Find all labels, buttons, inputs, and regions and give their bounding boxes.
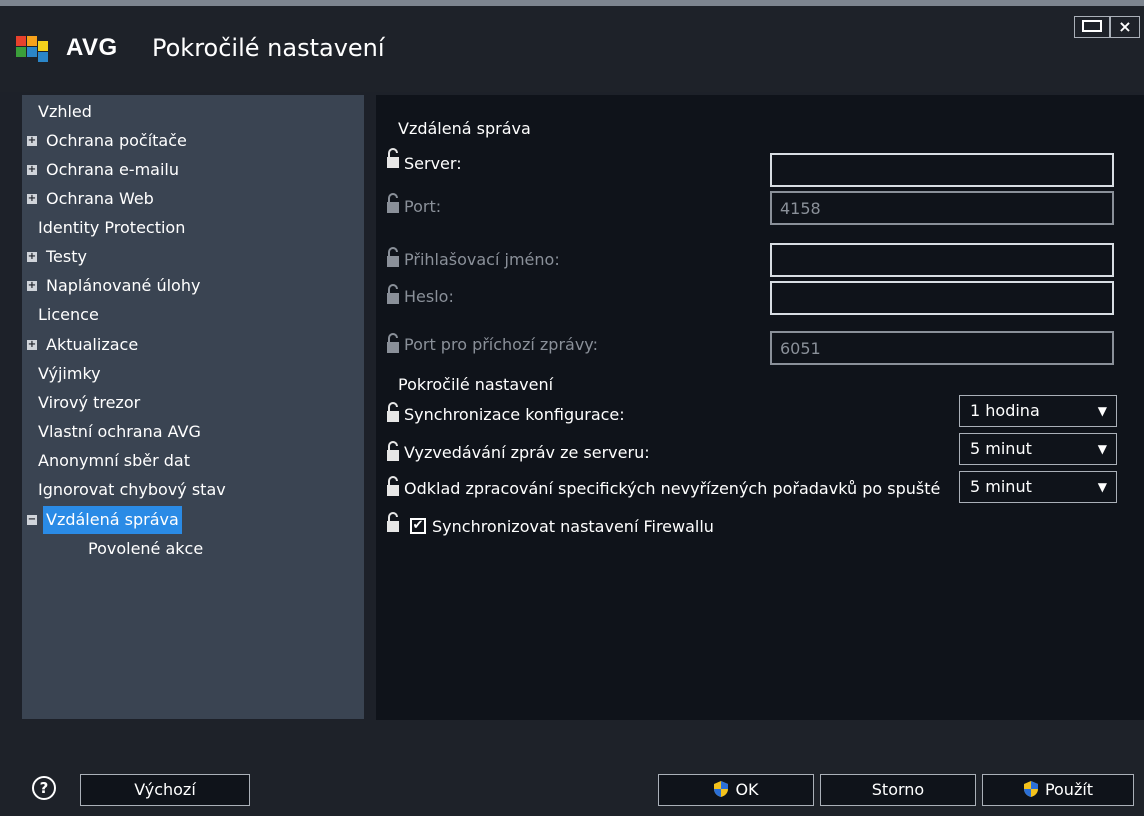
lock-icon[interactable] <box>386 192 400 214</box>
dropdown-arrow-icon: ▼ <box>1097 404 1107 418</box>
incoming-port-field[interactable]: 6051 <box>770 331 1114 365</box>
lock-icon[interactable] <box>386 401 400 423</box>
expand-icon[interactable]: + <box>27 194 37 204</box>
tree-item-label: Identity Protection <box>38 218 186 237</box>
lock-icon[interactable] <box>386 332 400 354</box>
password-field[interactable] <box>770 281 1114 315</box>
lock-icon[interactable] <box>386 147 400 169</box>
tree-item-label: Naplánované úlohy <box>46 276 201 295</box>
close-icon: × <box>1118 17 1132 36</box>
title-bar: AVG Pokročilé nastavení × <box>0 6 1144 92</box>
login-label: Přihlašovací jméno: <box>404 250 560 269</box>
tree-item-label: Ochrana e-mailu <box>46 160 179 179</box>
incoming-port-label: Port pro příchozí zprávy: <box>404 335 598 354</box>
port-label: Port: <box>404 197 442 216</box>
help-icon[interactable]: ? <box>32 776 56 800</box>
tree-item-label: Virový trezor <box>38 393 141 412</box>
apply-button[interactable]: Použít <box>982 774 1134 806</box>
avg-logo-icon <box>16 36 48 62</box>
expand-icon[interactable]: + <box>27 165 37 175</box>
lock-icon[interactable] <box>386 475 400 497</box>
default-button[interactable]: Výchozí <box>80 774 250 806</box>
firewall-sync-checkbox[interactable]: ✔ <box>410 518 426 534</box>
login-field[interactable] <box>770 243 1114 277</box>
cancel-button[interactable]: Storno <box>820 774 976 806</box>
lock-icon[interactable] <box>386 246 400 268</box>
tree-item-label: Anonymní sběr dat <box>38 451 190 470</box>
collapse-icon[interactable]: − <box>27 515 37 525</box>
dropdown-arrow-icon: ▼ <box>1097 480 1107 494</box>
shield-icon <box>714 781 729 797</box>
fetch-messages-select[interactable]: 5 minut ▼ <box>959 433 1117 465</box>
lock-icon[interactable] <box>386 440 400 462</box>
tree-item-label: Ochrana Web <box>46 189 154 208</box>
close-button[interactable]: × <box>1110 16 1140 38</box>
window-title: Pokročilé nastavení <box>152 34 385 62</box>
port-field[interactable]: 4158 <box>770 191 1114 225</box>
delay-select[interactable]: 5 minut ▼ <box>959 471 1117 503</box>
tree-item-label: Aktualizace <box>46 335 139 354</box>
lock-icon[interactable] <box>386 511 400 533</box>
settings-panel: Vzdálená správa Server: Port: 4158 Přihl… <box>376 95 1144 720</box>
tree-item-label: Výjimky <box>38 364 101 383</box>
maximize-button[interactable] <box>1074 16 1110 38</box>
fetch-messages-value: 5 minut <box>970 439 1032 458</box>
expand-icon[interactable]: + <box>27 340 37 350</box>
sync-config-label: Synchronizace konfigurace: <box>404 405 625 424</box>
lock-icon[interactable] <box>386 283 400 305</box>
password-label: Heslo: <box>404 287 454 306</box>
firewall-sync-label: Synchronizovat nastavení Firewallu <box>432 517 714 536</box>
server-field[interactable] <box>770 153 1114 187</box>
tree-item-label: Povolené akce <box>88 539 204 558</box>
expand-icon[interactable]: + <box>27 136 37 146</box>
brand-name: AVG <box>66 34 118 61</box>
tree-item-label: Ochrana počítače <box>46 131 187 150</box>
sync-config-select[interactable]: 1 hodina ▼ <box>959 395 1117 427</box>
tree-item-label: Licence <box>38 305 99 324</box>
ok-button[interactable]: OK <box>658 774 814 806</box>
settings-tree: Vzhled + Ochrana počítače + Ochrana e-ma… <box>22 95 364 719</box>
dropdown-arrow-icon: ▼ <box>1097 442 1107 456</box>
fetch-messages-label: Vyzvedávání zpráv ze serveru: <box>404 443 650 462</box>
tree-item-label: Vlastní ochrana AVG <box>38 422 201 441</box>
delay-value: 5 minut <box>970 477 1032 496</box>
tree-item-label: Vzdálená správa <box>43 506 182 534</box>
delay-label: Odklad zpracování specifických nevyřízen… <box>404 479 941 498</box>
ok-button-label: OK <box>735 780 759 799</box>
expand-icon[interactable]: + <box>27 281 37 291</box>
expand-icon[interactable]: + <box>27 252 37 262</box>
tree-item-label: Ignorovat chybový stav <box>38 480 226 499</box>
maximize-icon <box>1082 20 1102 32</box>
shield-icon <box>1023 781 1038 797</box>
server-label: Server: <box>404 154 462 173</box>
tree-item-label: Testy <box>46 247 87 266</box>
tree-item-label: Vzhled <box>38 102 92 121</box>
section-title-advanced: Pokročilé nastavení <box>398 375 554 394</box>
sync-config-value: 1 hodina <box>970 401 1040 420</box>
apply-button-label: Použít <box>1044 780 1094 799</box>
section-title-remote: Vzdálená správa <box>398 119 531 138</box>
